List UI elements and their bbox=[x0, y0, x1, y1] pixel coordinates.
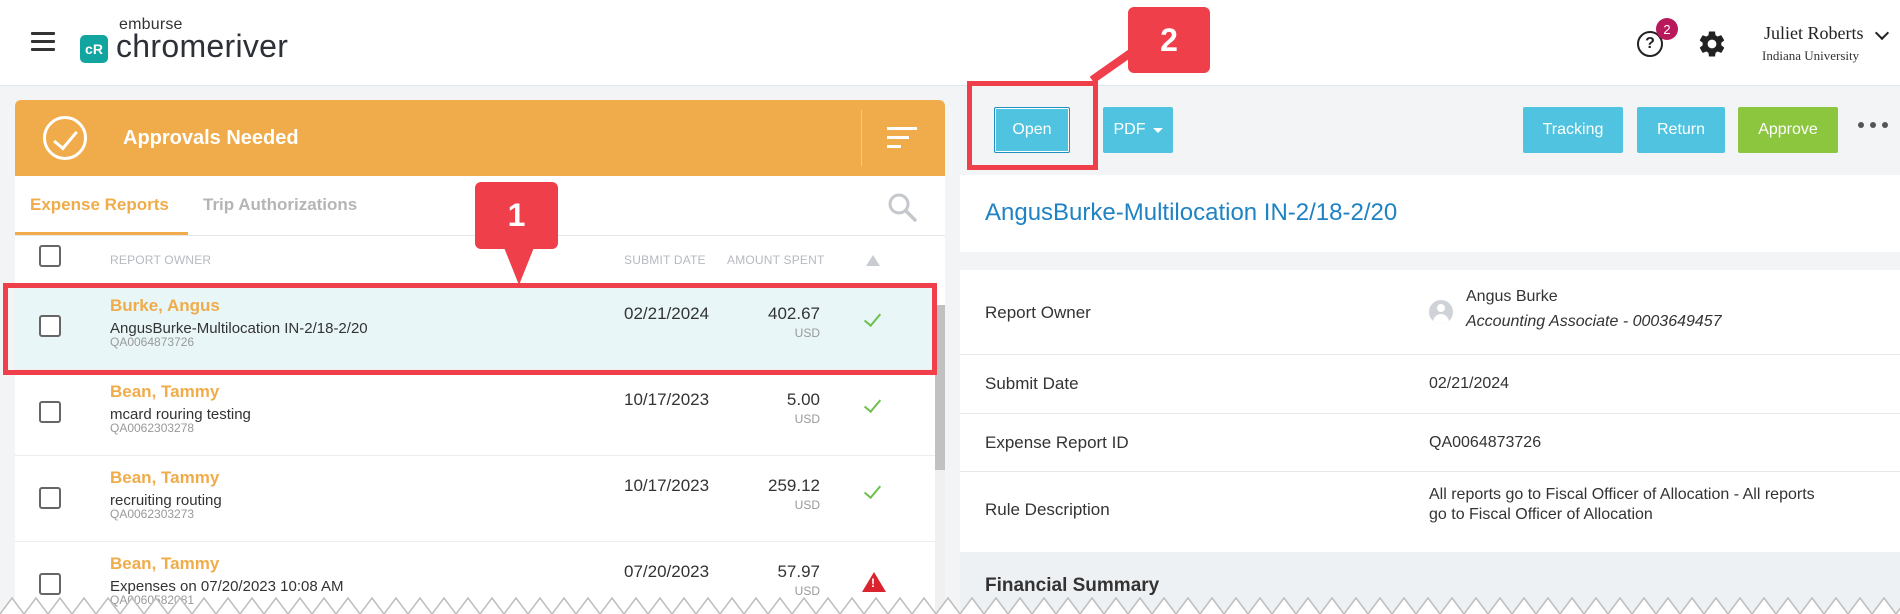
report-id-label: Expense Report ID bbox=[985, 433, 1129, 452]
callout-number-2: 2 bbox=[1128, 7, 1210, 73]
approve-button[interactable]: Approve bbox=[1738, 107, 1838, 153]
report-owner-label: Report Owner bbox=[985, 303, 1091, 322]
detail-row-submit-date: Submit Date 02/21/2024 bbox=[960, 355, 1900, 414]
report-title: AngusBurke-Multilocation IN-2/18-2/20 bbox=[985, 199, 1398, 226]
table-row[interactable]: Bean, Tammy mcard rouring testing QA0062… bbox=[15, 370, 935, 456]
tracking-button[interactable]: Tracking bbox=[1523, 107, 1623, 153]
avatar bbox=[1429, 300, 1453, 324]
warning-mark: ! bbox=[871, 576, 875, 590]
approvals-title: Approvals Needed bbox=[123, 127, 299, 149]
report-detail: AngusBurke-Multilocation IN-2/18-2/20 Re… bbox=[960, 175, 1900, 614]
rule-description-label: Rule Description bbox=[985, 500, 1110, 519]
row-checkbox[interactable] bbox=[39, 401, 61, 423]
financial-summary-title: Financial Summary bbox=[985, 575, 1160, 596]
detail-row-rule: Rule Description All reports go to Fisca… bbox=[960, 472, 1900, 552]
sort-icon[interactable] bbox=[887, 127, 917, 149]
check-icon bbox=[863, 394, 882, 414]
notification-badge: 2 bbox=[1656, 18, 1678, 40]
check-icon bbox=[863, 480, 882, 500]
tab-trip-authorizations[interactable]: Trip Authorizations bbox=[203, 195, 357, 215]
rule-description-line-1: All reports go to Fiscal Officer of Allo… bbox=[1429, 486, 1815, 503]
pdf-label: PDF bbox=[1113, 121, 1146, 138]
check-circle-icon bbox=[43, 116, 87, 160]
submit-date-value: 02/21/2024 bbox=[1429, 375, 1510, 392]
menu-icon[interactable] bbox=[31, 32, 55, 52]
amount: 259.12 bbox=[768, 476, 820, 495]
active-tab-indicator bbox=[15, 232, 188, 235]
currency: USD bbox=[794, 498, 820, 512]
sort-arrow-icon[interactable] bbox=[866, 255, 880, 266]
table-row[interactable]: Bean, Tammy recruiting routing QA0062303… bbox=[15, 456, 935, 542]
chevron-down-icon[interactable] bbox=[1874, 25, 1890, 41]
user-organization: Indiana University bbox=[1762, 48, 1860, 63]
report-owner: Bean, Tammy bbox=[110, 468, 220, 487]
report-id: QA0062303278 bbox=[110, 421, 195, 435]
report-owner-role: Accounting Associate - 0003649457 bbox=[1466, 313, 1722, 330]
more-options-icon[interactable] bbox=[1858, 122, 1888, 132]
gear-icon[interactable] bbox=[1697, 29, 1727, 59]
column-header-owner[interactable]: REPORT OWNER bbox=[110, 253, 211, 267]
report-id: QA0062303273 bbox=[110, 507, 195, 521]
select-all-checkbox[interactable] bbox=[39, 245, 61, 267]
row-checkbox[interactable] bbox=[39, 573, 61, 595]
divider bbox=[861, 110, 862, 166]
report-owner: Bean, Tammy bbox=[110, 382, 220, 401]
column-header-submit-date[interactable]: SUBMIT DATE bbox=[624, 253, 706, 267]
callout-pointer-1 bbox=[503, 245, 535, 285]
column-header-amount[interactable]: AMOUNT SPENT bbox=[727, 253, 825, 267]
currency: USD bbox=[794, 412, 820, 426]
amount: 57.97 bbox=[777, 562, 820, 581]
section-separator bbox=[960, 252, 1900, 270]
search-icon[interactable] bbox=[887, 192, 917, 222]
submit-date-label: Submit Date bbox=[985, 374, 1079, 393]
detail-row-owner: Report Owner Angus Burke Accounting Asso… bbox=[960, 270, 1900, 355]
highlight-box-row bbox=[3, 283, 937, 375]
submit-date: 07/20/2023 bbox=[624, 562, 710, 581]
report-toolbar: Open PDF Tracking Return Approve bbox=[960, 86, 1900, 166]
report-id-value: QA0064873726 bbox=[1429, 434, 1542, 451]
row-checkbox[interactable] bbox=[39, 487, 61, 509]
amount: 5.00 bbox=[786, 390, 820, 409]
rule-description-line-2: go to Fiscal Officer of Allocation bbox=[1429, 506, 1653, 523]
callout-number-1: 1 bbox=[475, 182, 558, 249]
torn-edge bbox=[0, 596, 1900, 614]
caret-down-icon bbox=[1152, 127, 1163, 133]
user-name[interactable]: Juliet Roberts bbox=[1764, 23, 1864, 44]
report-owner: Bean, Tammy bbox=[110, 554, 220, 573]
top-bar: emburse cR chromeriver ? 2 Juliet Robert… bbox=[0, 0, 1900, 86]
brand-chromeriver: chromeriver bbox=[116, 28, 289, 64]
chromeriver-logo-icon: cR bbox=[80, 35, 108, 63]
approvals-header: Approvals Needed bbox=[15, 100, 945, 176]
tab-expense-reports[interactable]: Expense Reports bbox=[30, 195, 169, 215]
pdf-dropdown-button[interactable]: PDF bbox=[1103, 107, 1173, 153]
submit-date: 10/17/2023 bbox=[624, 476, 710, 495]
report-owner-name: Angus Burke bbox=[1466, 288, 1558, 305]
submit-date: 10/17/2023 bbox=[624, 390, 710, 409]
detail-row-report-id: Expense Report ID QA0064873726 bbox=[960, 414, 1900, 472]
return-button[interactable]: Return bbox=[1637, 107, 1725, 153]
highlight-box-open bbox=[967, 81, 1098, 170]
